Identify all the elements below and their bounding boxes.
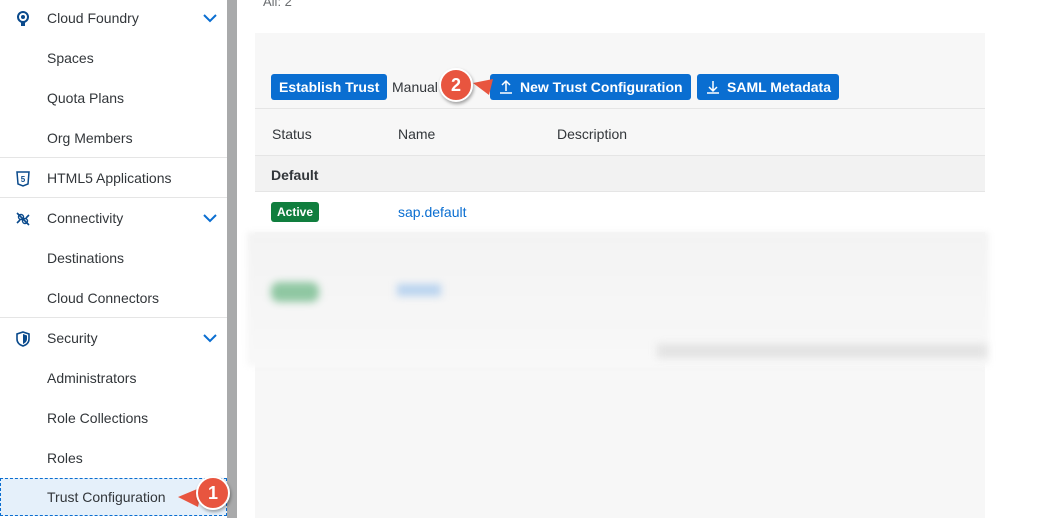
status-badge: Active [271,202,320,222]
cloud-foundry-icon [14,10,32,28]
callout-1: 1 [196,476,230,510]
sidebar-item-label: Cloud Foundry [47,10,139,26]
sidebar-item-destinations[interactable]: Destinations [0,238,227,278]
blurred-link [397,284,441,296]
callout-2: 2 [439,68,473,102]
svg-text:5: 5 [21,175,26,184]
sidebar-item-security[interactable]: Security [0,317,227,357]
security-shield-icon [14,330,32,348]
sidebar-item-cloud-foundry[interactable]: Cloud Foundry [0,0,227,38]
sidebar-item-label: Quota Plans [47,90,125,106]
sidebar-item-quota-plans[interactable]: Quota Plans [0,78,227,118]
sidebar-item-label: Administrators [47,370,137,386]
upload-icon [500,79,512,94]
sidebar-item-connectivity[interactable]: Connectivity [0,197,227,237]
sidebar: Cloud Foundry Spaces Quota Plans Org Mem… [0,0,227,518]
download-icon [707,81,719,94]
sidebar-item-label: Cloud Connectors [47,290,160,306]
new-trust-configuration-label: New Trust Configuration [520,79,683,95]
sidebar-item-label: HTML5 Applications [47,169,172,186]
blurred-status-badge [271,282,319,302]
table-row[interactable]: Active sap.default [255,192,985,232]
sidebar-item-label: Spaces [47,50,94,66]
sidebar-item-org-members[interactable]: Org Members [0,118,227,158]
sidebar-item-roles[interactable]: Roles [0,438,227,478]
saml-metadata-label: SAML Metadata [727,79,831,95]
establish-trust-button[interactable]: Establish Trust [271,74,388,100]
blurred-pagination [657,344,987,358]
sidebar-item-html5-applications[interactable]: 5 HTML5 Applications [0,157,227,197]
sidebar-item-role-collections[interactable]: Role Collections [0,398,227,438]
saml-metadata-button[interactable]: SAML Metadata [697,74,839,100]
sidebar-item-label: Connectivity [47,209,124,226]
column-header-name[interactable]: Name [398,126,435,142]
sidebar-item-label: Org Members [47,130,133,146]
table-header: Status Name Description [255,108,985,156]
trust-name-link[interactable]: sap.default [398,204,467,220]
column-header-description[interactable]: Description [557,126,627,142]
html5-icon: 5 [14,170,32,188]
manual-label: Manual [392,79,438,95]
group-label: Default [271,167,319,183]
sidebar-item-administrators[interactable]: Administrators [0,358,227,398]
item-count: All: 2 [263,0,292,9]
chevron-down-icon[interactable] [202,331,218,345]
new-trust-configuration-button[interactable]: New Trust Configuration [490,74,691,100]
main-content: All: 2 Establish Trust Manual New Trust … [237,0,1039,518]
chevron-down-icon[interactable] [202,211,218,225]
establish-trust-label: Establish Trust [279,79,380,95]
sidebar-item-label: Role Collections [47,410,149,426]
sidebar-item-label: Destinations [47,250,125,266]
sidebar-item-label: Trust Configuration [47,489,166,505]
column-header-status[interactable]: Status [272,126,312,142]
sidebar-resize-handle[interactable] [227,0,237,518]
sidebar-item-cloud-connectors[interactable]: Cloud Connectors [0,278,227,318]
chevron-down-icon[interactable] [202,11,218,25]
sidebar-item-label: Roles [47,450,83,466]
sidebar-item-spaces[interactable]: Spaces [0,38,227,78]
table-group-row: Default [255,156,985,192]
sidebar-item-label: Security [47,329,98,346]
connectivity-icon [14,210,32,228]
callout-2-pointer [473,79,493,95]
